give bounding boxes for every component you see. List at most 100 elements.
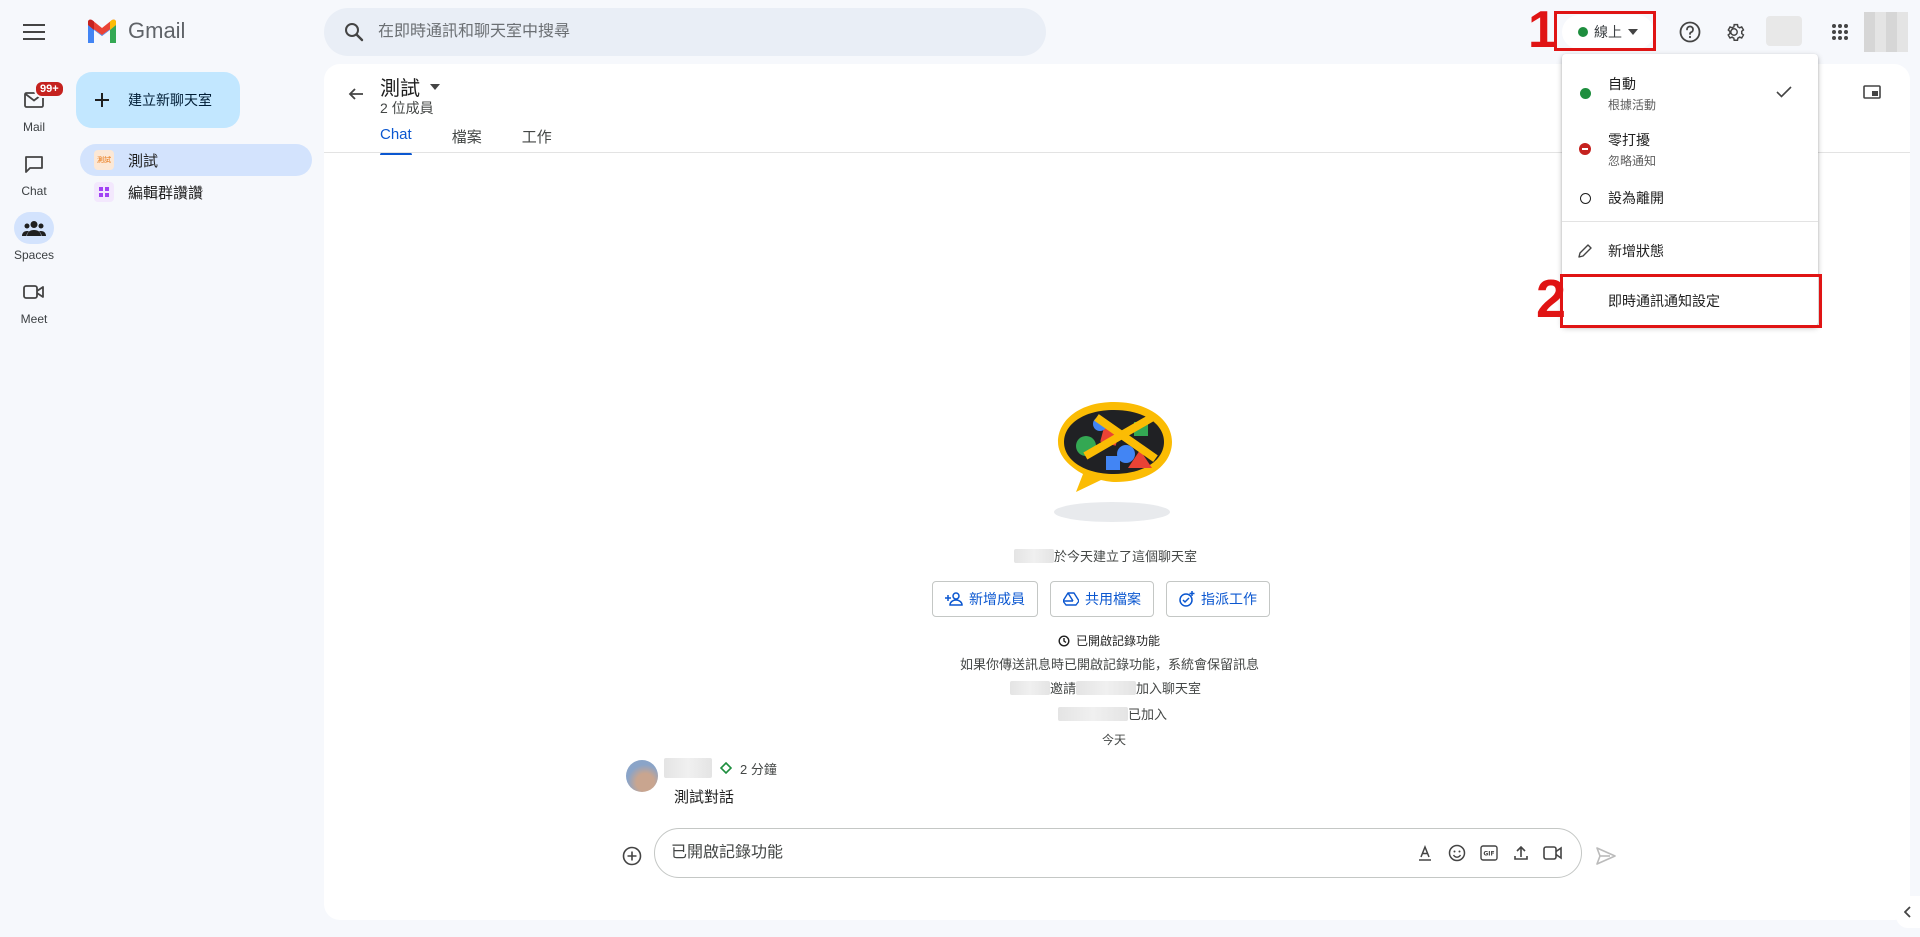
joined-message: 已加入	[1058, 704, 1167, 723]
apps-button[interactable]	[1822, 14, 1858, 50]
video-meeting-button[interactable]	[1541, 841, 1565, 865]
help-button[interactable]	[1672, 14, 1708, 50]
rail-item-chat[interactable]: Chat	[0, 148, 68, 198]
emoji-icon	[1448, 844, 1466, 862]
status-option-label: 零打擾	[1608, 131, 1650, 148]
tab-files[interactable]: 檔案	[452, 126, 482, 155]
text-format-icon	[1419, 845, 1431, 861]
room-title: 測試	[380, 78, 420, 100]
status-option-away[interactable]: 設為離開	[1562, 182, 1818, 214]
search-icon[interactable]	[330, 8, 378, 56]
back-button[interactable]	[340, 78, 372, 110]
workspace-app-icon[interactable]	[1766, 16, 1802, 46]
chevron-down-icon	[430, 83, 440, 90]
space-item-test[interactable]: 測試 測試	[80, 144, 312, 176]
status-option-label: 設為離開	[1608, 190, 1664, 206]
pop-out-button[interactable]	[1858, 78, 1886, 106]
diamond-badge-icon	[720, 762, 732, 774]
pencil-icon	[1578, 244, 1592, 258]
tab-chat[interactable]: Chat	[380, 126, 412, 155]
add-person-icon	[945, 592, 963, 606]
send-button[interactable]	[1590, 840, 1622, 872]
chevron-left-icon	[1904, 906, 1911, 918]
annotation-step-1: 1	[1528, 1, 1557, 59]
gear-icon	[1727, 23, 1745, 41]
arrow-left-icon	[348, 88, 363, 100]
upload-button[interactable]	[1509, 841, 1533, 865]
gmail-m-icon	[88, 19, 116, 43]
space-item-edit-group[interactable]: 編輯群讚讚	[80, 176, 312, 208]
status-option-auto[interactable]: 自動 根據活動	[1562, 72, 1818, 114]
room-actions: 新增成員 共用檔案 指派工作	[932, 581, 1270, 617]
online-dot-icon	[1579, 87, 1591, 99]
status-option-label: 自動	[1608, 75, 1636, 92]
video-camera-icon	[23, 285, 44, 299]
annotation-step-2: 2	[1536, 269, 1567, 329]
account-avatar[interactable]	[1864, 12, 1908, 52]
space-avatar: 測試	[94, 150, 114, 170]
add-status-option[interactable]: 新增狀態	[1562, 232, 1818, 270]
add-members-button[interactable]: 新增成員	[932, 581, 1038, 617]
share-files-label: 共用檔案	[1085, 591, 1141, 607]
search-input[interactable]	[378, 23, 1046, 41]
main-menu-button[interactable]	[14, 12, 54, 52]
rail-label-mail: Mail	[22, 120, 45, 134]
history-description: 如果你傳送訊息時已開啟記錄功能，系統會保留訊息	[960, 657, 1260, 672]
rail-label-spaces: Spaces	[13, 248, 55, 262]
annotation-box-1	[1554, 11, 1656, 51]
room-tabs: Chat 檔案 工作	[380, 126, 552, 155]
rail-label-meet: Meet	[20, 312, 48, 326]
gif-icon: GIF	[1480, 845, 1498, 861]
sender-avatar[interactable]	[626, 760, 658, 792]
add-status-label: 新增狀態	[1608, 243, 1664, 259]
rail-item-mail[interactable]: 99+ Mail	[0, 80, 68, 134]
member-count: 2 位成員	[380, 100, 434, 116]
message-text: 測試對話	[674, 789, 735, 806]
space-grid-icon	[94, 182, 114, 202]
svg-text:GIF: GIF	[1483, 851, 1494, 858]
message-time: 2 分鐘	[740, 761, 777, 777]
status-option-dnd[interactable]: 零打擾 忽略通知	[1562, 128, 1818, 170]
text-format-button[interactable]	[1413, 841, 1437, 865]
annotation-box-2	[1560, 274, 1822, 328]
spaces-people-icon	[22, 221, 46, 236]
redacted-name	[1010, 680, 1050, 695]
rail-item-spaces[interactable]: Spaces	[0, 212, 68, 262]
new-chat-label: 建立新聊天室	[128, 92, 212, 108]
video-camera-icon	[1543, 846, 1562, 860]
apps-grid-icon	[1832, 24, 1848, 40]
help-icon	[1679, 21, 1701, 43]
upload-icon	[1514, 845, 1528, 860]
settings-button[interactable]	[1716, 14, 1752, 50]
away-circle-icon	[1579, 192, 1591, 204]
tab-tasks[interactable]: 工作	[522, 126, 552, 155]
invite-end-text: 加入聊天室	[1136, 681, 1202, 696]
share-files-button[interactable]: 共用檔案	[1050, 581, 1154, 617]
side-panel-toggle[interactable]	[1896, 896, 1920, 928]
status-option-sub: 根據活動	[1608, 97, 1657, 112]
add-circle-icon	[622, 846, 642, 866]
rail-label-chat: Chat	[21, 184, 47, 198]
add-task-icon	[1179, 591, 1195, 607]
redacted-name	[1076, 680, 1137, 695]
assign-tasks-label: 指派工作	[1201, 591, 1257, 607]
date-separator: 今天	[1102, 733, 1127, 747]
assign-tasks-button[interactable]: 指派工作	[1166, 581, 1270, 617]
emoji-button[interactable]	[1445, 841, 1469, 865]
joined-text: 已加入	[1128, 707, 1168, 722]
message-input[interactable]	[671, 844, 1413, 862]
attach-more-button[interactable]	[616, 840, 648, 872]
redacted-sender-name	[664, 758, 712, 778]
message-composer: GIF	[654, 828, 1582, 878]
space-name: 編輯群讚讚	[128, 184, 204, 202]
hamburger-icon	[23, 24, 45, 40]
gmail-logo[interactable]: Gmail	[86, 18, 185, 44]
menu-divider	[1562, 221, 1818, 222]
composer-tools: GIF	[1413, 841, 1565, 865]
new-chat-button[interactable]: 建立新聊天室	[76, 72, 240, 128]
chat-icon	[25, 156, 43, 173]
rail-item-meet[interactable]: Meet	[0, 276, 68, 326]
room-title-button[interactable]: 測試	[380, 72, 440, 101]
history-on-notice: 已開啟記錄功能	[1058, 632, 1160, 649]
gif-button[interactable]: GIF	[1477, 841, 1501, 865]
